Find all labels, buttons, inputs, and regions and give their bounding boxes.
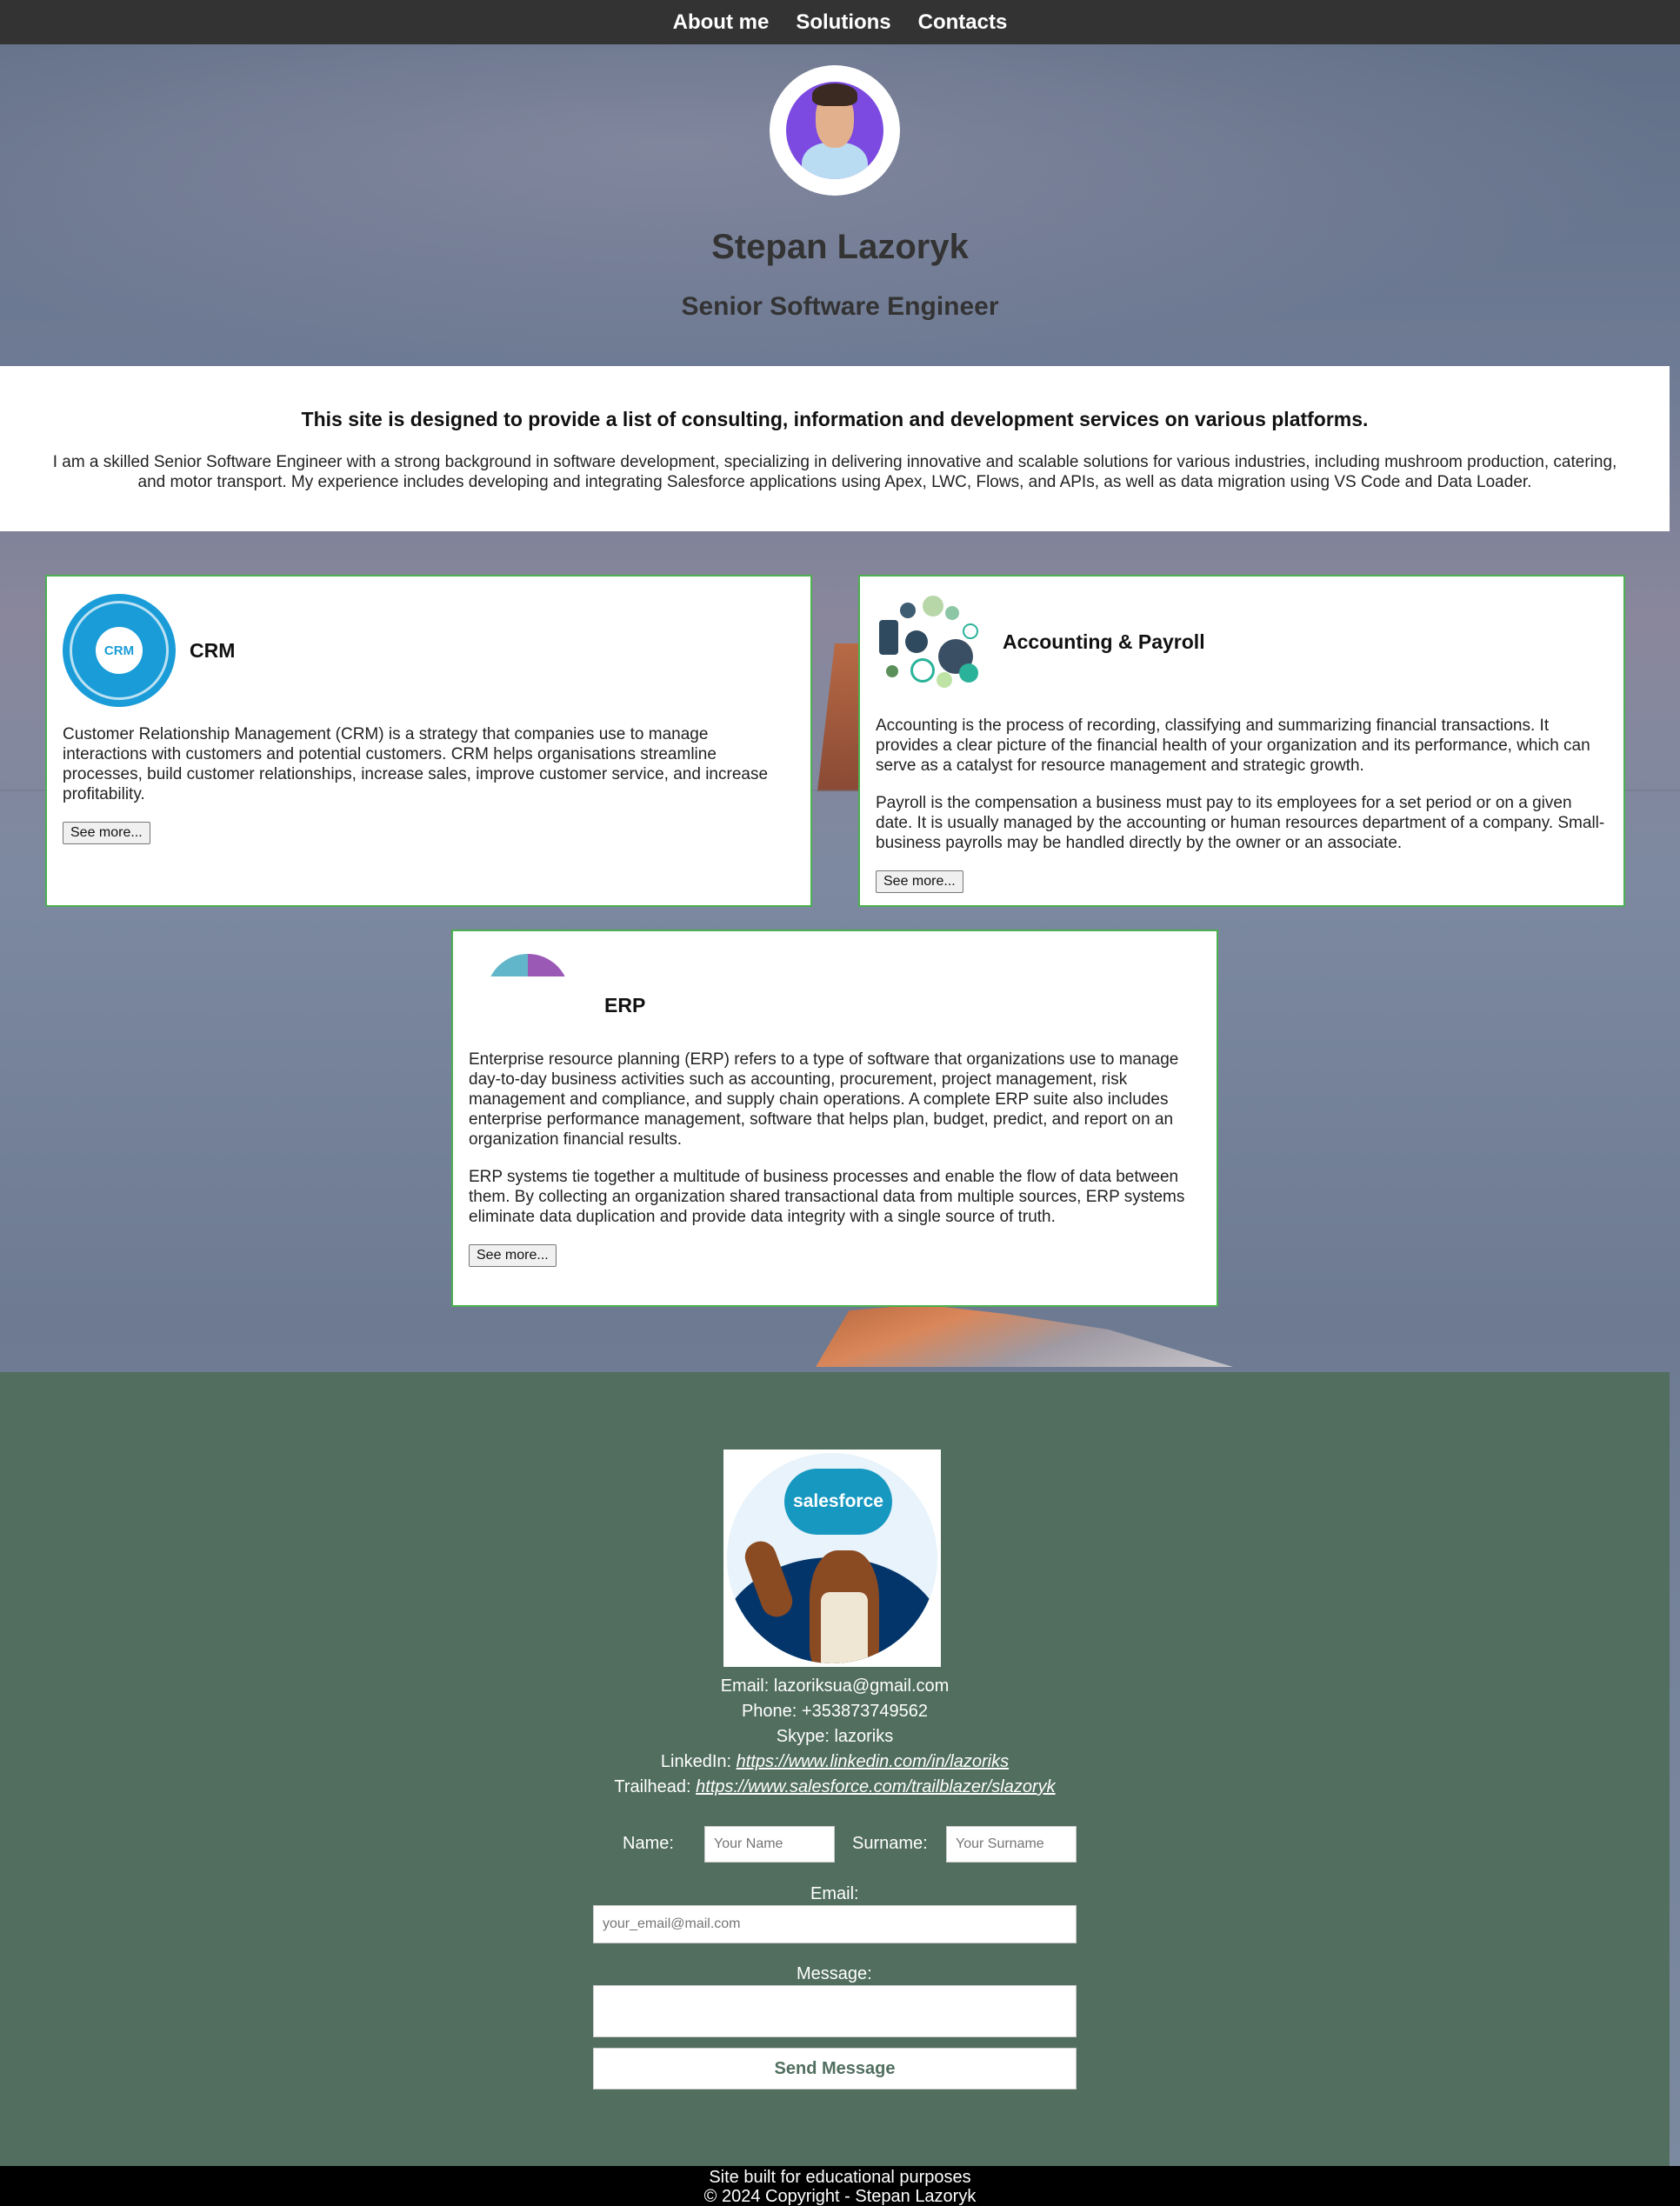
salesforce-logo: salesforce — [723, 1450, 941, 1667]
trailhead-link[interactable]: https://www.salesforce.com/trailblazer/s… — [696, 1777, 1055, 1796]
card-title: CRM — [190, 638, 236, 662]
card-text: ERP systems tie together a multitude of … — [469, 1168, 1185, 1226]
contacts-section: salesforce Email: lazoriksua@gmail.com P… — [0, 1372, 1670, 2166]
profile-avatar — [770, 65, 900, 196]
contact-phone: Phone: +353873749562 — [741, 1702, 929, 1721]
profile-photo — [786, 82, 883, 179]
intro-text: I am a skilled Senior Software Engineer … — [52, 453, 1617, 491]
service-card-accounting: Accounting & Payroll Accounting is the p… — [858, 575, 1625, 907]
service-card-erp: ERP Enterprise resource planning (ERP) r… — [451, 930, 1218, 1307]
card-title: ERP — [604, 994, 646, 1016]
crm-icon: CRM — [63, 594, 176, 707]
send-message-button[interactable]: Send Message — [593, 2048, 1077, 2089]
card-text: Customer Relationship Management (CRM) i… — [63, 725, 769, 803]
top-navbar: About me Solutions Contacts — [0, 0, 1680, 44]
contact-linkedin: LinkedIn: https://www.linkedin.com/in/la… — [660, 1752, 1010, 1771]
erp-icon — [469, 954, 590, 976]
see-more-button[interactable]: See more... — [876, 870, 963, 893]
nav-link-contacts[interactable]: Contacts — [918, 10, 1008, 35]
contact-skype: Skype: lazoriks — [776, 1727, 894, 1746]
card-text: Payroll is the compensation a business m… — [876, 794, 1605, 852]
background-rock — [817, 643, 861, 791]
contact-email: Email: lazoriksua@gmail.com — [720, 1676, 950, 1696]
service-card-crm: CRM CRM Customer Relationship Management… — [45, 575, 812, 907]
contact-info: Email: lazoriksua@gmail.com Phone: +3538… — [0, 1674, 1670, 1800]
copyright-line-2: © 2024 Copyright - Stepan Lazoryk — [703, 2187, 977, 2206]
see-more-button[interactable]: See more... — [63, 822, 150, 844]
card-title: Accounting & Payroll — [1003, 630, 1205, 653]
surname-label: Surname: — [852, 1834, 928, 1853]
nav-link-solutions[interactable]: Solutions — [796, 10, 890, 35]
contact-trailhead: Trailhead: https://www.salesforce.com/tr… — [614, 1777, 1056, 1796]
see-more-button[interactable]: See more... — [469, 1244, 557, 1267]
intro-heading: This site is designed to provide a list … — [301, 408, 1369, 430]
copyright-bar: Site built for educational purposes © 20… — [0, 2166, 1680, 2206]
card-text: Enterprise resource planning (ERP) refer… — [469, 1050, 1179, 1149]
message-input[interactable] — [593, 1985, 1077, 2037]
intro-section: This site is designed to provide a list … — [0, 366, 1670, 531]
name-input[interactable] — [704, 1826, 835, 1863]
card-text: Accounting is the process of recording, … — [876, 716, 1590, 775]
nav-link-about-me[interactable]: About me — [673, 10, 770, 35]
copyright-line-1: Site built for educational purposes — [709, 2168, 971, 2187]
accounting-icon — [876, 594, 989, 690]
name-label: Name: — [623, 1834, 674, 1853]
profile-name: Stepan Lazoryk — [711, 228, 969, 266]
email-input[interactable] — [593, 1905, 1077, 1943]
profile-title: Senior Software Engineer — [681, 292, 999, 321]
linkedin-link[interactable]: https://www.linkedin.com/in/lazoriks — [737, 1752, 1009, 1771]
message-label: Message: — [797, 1964, 872, 1983]
background-mountain-peak — [816, 1304, 1233, 1367]
email-label: Email: — [810, 1884, 859, 1903]
surname-input[interactable] — [946, 1826, 1077, 1863]
